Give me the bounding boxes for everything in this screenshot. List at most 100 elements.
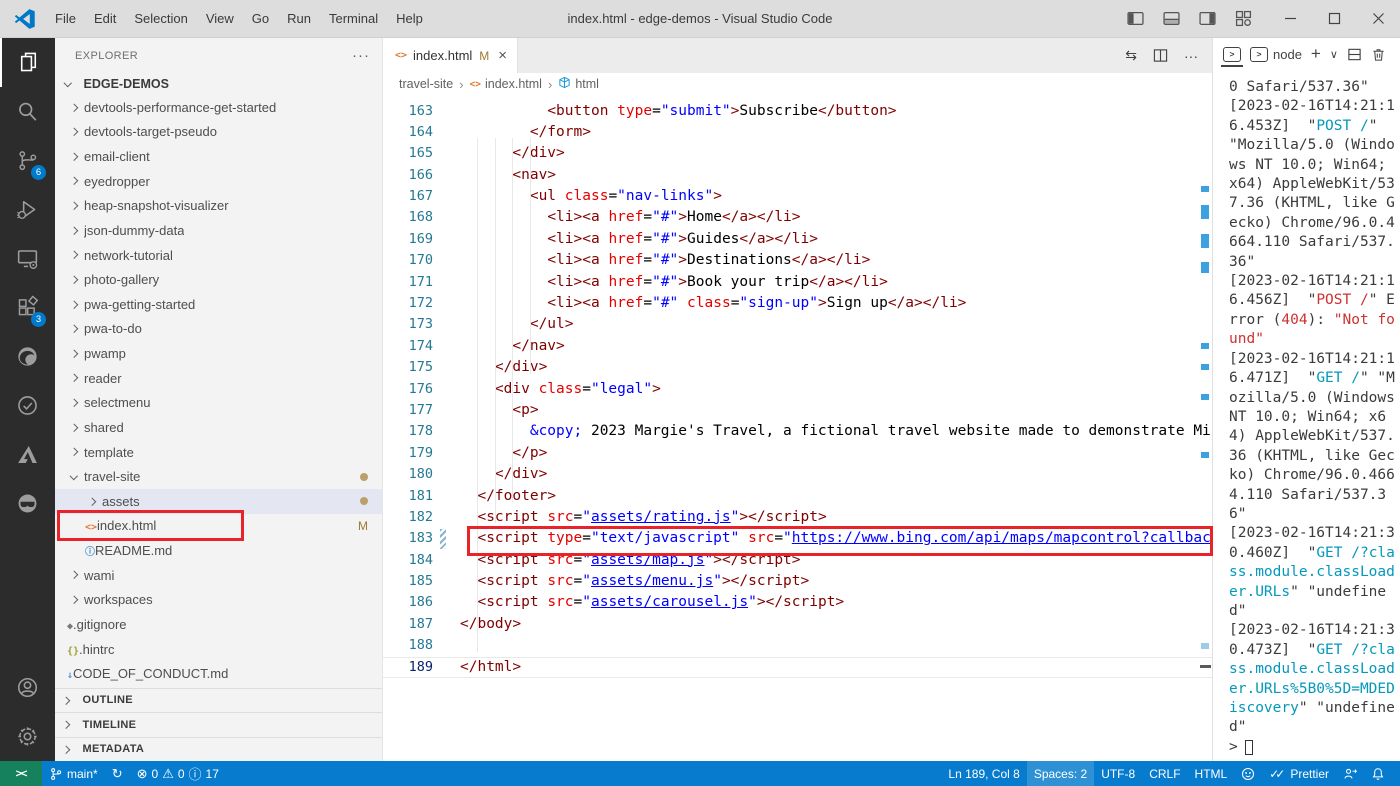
menu-file[interactable]: File xyxy=(46,6,85,31)
tree-item-json-dummy-data[interactable]: json-dummy-data xyxy=(55,218,382,243)
cursor-position-status[interactable]: Ln 189, Col 8 xyxy=(941,761,1026,786)
activity-item-search[interactable] xyxy=(0,87,55,136)
tree-item-reader[interactable]: reader xyxy=(55,366,382,391)
tree-item-devtools-target-pseudo[interactable]: devtools-target-pseudo xyxy=(55,120,382,145)
menu-go[interactable]: Go xyxy=(243,6,278,31)
problems-status[interactable]: ⊗0 ⚠0 ⓘ17 xyxy=(130,761,226,786)
code-line-166[interactable]: 166 <nav> xyxy=(383,165,1212,186)
tree-item-pwamp[interactable]: pwamp xyxy=(55,341,382,366)
tree-item-photo-gallery[interactable]: photo-gallery xyxy=(55,267,382,292)
tree-item-pwa-getting-started[interactable]: pwa-getting-started xyxy=(55,292,382,317)
browser-tools-status[interactable] xyxy=(1234,761,1262,786)
split-editor-icon[interactable] xyxy=(1153,48,1168,63)
breadcrumb-symbol[interactable]: html xyxy=(558,76,599,92)
terminal-prompt[interactable]: > xyxy=(1229,738,1400,757)
tree-item-heap-snapshot-visualizer[interactable]: heap-snapshot-visualizer xyxy=(55,194,382,219)
branch-status[interactable]: main* xyxy=(42,761,105,786)
kill-terminal-button[interactable] xyxy=(1371,47,1386,62)
tree-item-eyedropper[interactable]: eyedropper xyxy=(55,169,382,194)
code-line-174[interactable]: 174 </nav> xyxy=(383,336,1212,357)
code-line-164[interactable]: 164 </form> xyxy=(383,122,1212,143)
activity-item-source-control[interactable]: 6 xyxy=(0,136,55,185)
menu-terminal[interactable]: Terminal xyxy=(320,6,387,31)
indentation-status[interactable]: Spaces: 2 xyxy=(1027,761,1094,786)
activity-item-testing[interactable] xyxy=(0,381,55,430)
code-line-163[interactable]: 163 <button type="submit">Subscribe</but… xyxy=(383,101,1212,122)
code-line-188[interactable]: 188 xyxy=(383,635,1212,656)
tree-item-wami[interactable]: wami xyxy=(55,563,382,588)
tree-item-template[interactable]: template xyxy=(55,440,382,465)
code-line-165[interactable]: 165 </div> xyxy=(383,143,1212,164)
tab-index-html[interactable]: <> index.html M × xyxy=(383,38,518,73)
more-actions-icon[interactable]: ··· xyxy=(1184,48,1198,64)
tree-item-email-client[interactable]: email-client xyxy=(55,144,382,169)
code-line-187[interactable]: 187</body> xyxy=(383,614,1212,635)
breadcrumb-file[interactable]: <> index.html xyxy=(470,77,542,91)
code-line-186[interactable]: 186 <script src="assets/carousel.js"></s… xyxy=(383,592,1212,613)
toggle-secondary-sidebar-icon[interactable] xyxy=(1199,10,1216,27)
code-line-189[interactable]: 189</html> xyxy=(383,657,1212,678)
tree-item-travel-site[interactable]: travel-site xyxy=(55,464,382,489)
code-line-180[interactable]: 180 </div> xyxy=(383,464,1212,485)
open-changes-icon[interactable]: ⇆ xyxy=(1125,47,1137,64)
terminal-profile-dropdown-icon[interactable]: ∨ xyxy=(1330,48,1338,61)
tree-item-code-of-conduct-md[interactable]: ↓CODE_OF_CONDUCT.md xyxy=(55,661,382,686)
tree-item-selectmenu[interactable]: selectmenu xyxy=(55,391,382,416)
eol-status[interactable]: CRLF xyxy=(1142,761,1187,786)
sync-status[interactable]: ↻ xyxy=(105,761,130,786)
tree-item-network-tutorial[interactable]: network-tutorial xyxy=(55,243,382,268)
customize-layout-icon[interactable] xyxy=(1235,10,1252,27)
activity-item-run-debug[interactable] xyxy=(0,185,55,234)
tree-item-readme-md[interactable]: ⓘREADME.md xyxy=(55,538,382,563)
remote-indicator[interactable]: >< xyxy=(0,761,42,786)
new-terminal-button[interactable]: + xyxy=(1311,44,1321,64)
tab-close-icon[interactable]: × xyxy=(498,47,507,64)
code-line-167[interactable]: 167 <ul class="nav-links"> xyxy=(383,186,1212,207)
breadcrumb-folder[interactable]: travel-site xyxy=(399,77,453,91)
notifications-status[interactable] xyxy=(1364,761,1392,786)
feedback-status[interactable] xyxy=(1336,761,1364,786)
tree-item-devtools-performance-get-started[interactable]: devtools-performance-get-started xyxy=(55,95,382,120)
code-editor[interactable]: 163 <button type="submit">Subscribe</but… xyxy=(383,95,1212,761)
tree-item-workspaces[interactable]: workspaces xyxy=(55,588,382,613)
section-outline[interactable]: OUTLINE xyxy=(55,688,382,713)
language-status[interactable]: HTML xyxy=(1188,761,1235,786)
menu-view[interactable]: View xyxy=(197,6,243,31)
toggle-sidebar-icon[interactable] xyxy=(1127,10,1144,27)
code-line-181[interactable]: 181 </footer> xyxy=(383,486,1212,507)
tree-root-edge-demos[interactable]: EDGE-DEMOS xyxy=(55,73,382,95)
maximize-button[interactable] xyxy=(1312,0,1356,37)
code-line-168[interactable]: 168 <li><a href="#">Home</a></li> xyxy=(383,207,1212,228)
tree-item-shared[interactable]: shared xyxy=(55,415,382,440)
menu-edit[interactable]: Edit xyxy=(85,6,125,31)
terminal-output[interactable]: 0 Safari/537.36"[2023-02-16T14:21:16.453… xyxy=(1213,70,1400,757)
split-terminal-button[interactable] xyxy=(1347,47,1362,62)
tree-item--hintrc[interactable]: {}.hintrc xyxy=(55,637,382,662)
activity-item-azure[interactable] xyxy=(0,430,55,479)
explorer-actions-icon[interactable]: ··· xyxy=(352,47,370,64)
activity-item-remote-explorer[interactable] xyxy=(0,234,55,283)
activity-item-accounts[interactable] xyxy=(0,663,55,712)
code-line-179[interactable]: 179 </p> xyxy=(383,443,1212,464)
tree-item--gitignore[interactable]: ◆.gitignore xyxy=(55,612,382,637)
activity-item-explorer[interactable] xyxy=(0,38,55,87)
code-line-175[interactable]: 175 </div> xyxy=(383,357,1212,378)
activity-item-settings[interactable] xyxy=(0,712,55,761)
menu-run[interactable]: Run xyxy=(278,6,320,31)
code-line-176[interactable]: 176 <div class="legal"> xyxy=(383,379,1212,400)
overview-ruler[interactable] xyxy=(1198,38,1212,761)
toggle-panel-icon[interactable] xyxy=(1163,10,1180,27)
minimize-button[interactable] xyxy=(1268,0,1312,37)
menu-help[interactable]: Help xyxy=(387,6,432,31)
tree-item-pwa-to-do[interactable]: pwa-to-do xyxy=(55,317,382,342)
code-line-171[interactable]: 171 <li><a href="#">Book your trip</a></… xyxy=(383,272,1212,293)
menu-selection[interactable]: Selection xyxy=(125,6,196,31)
code-line-169[interactable]: 169 <li><a href="#">Guides</a></li> xyxy=(383,229,1212,250)
terminal-tab-node[interactable]: > node xyxy=(1250,38,1302,70)
close-button[interactable] xyxy=(1356,0,1400,37)
activity-item-extensions[interactable]: 3 xyxy=(0,283,55,332)
code-line-173[interactable]: 173 </ul> xyxy=(383,314,1212,335)
code-line-170[interactable]: 170 <li><a href="#">Destinations</a></li… xyxy=(383,250,1212,271)
section-timeline[interactable]: TIMELINE xyxy=(55,712,382,737)
code-line-177[interactable]: 177 <p> xyxy=(383,400,1212,421)
